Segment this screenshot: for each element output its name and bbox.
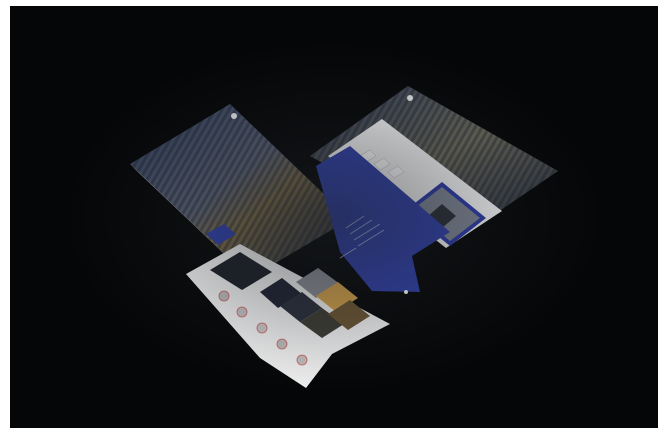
circle-logo-icon-right bbox=[407, 95, 413, 101]
avatar-2 bbox=[236, 306, 248, 318]
avatar-3 bbox=[256, 322, 268, 334]
arrow-right-icon bbox=[404, 290, 408, 294]
avatar-4 bbox=[276, 338, 288, 350]
mockup-frame bbox=[10, 6, 658, 428]
avatar-1 bbox=[218, 290, 230, 302]
circle-logo-icon bbox=[231, 113, 237, 119]
avatar-5 bbox=[296, 354, 308, 366]
isometric-mockup bbox=[10, 6, 658, 428]
hero-page-left bbox=[130, 86, 558, 388]
